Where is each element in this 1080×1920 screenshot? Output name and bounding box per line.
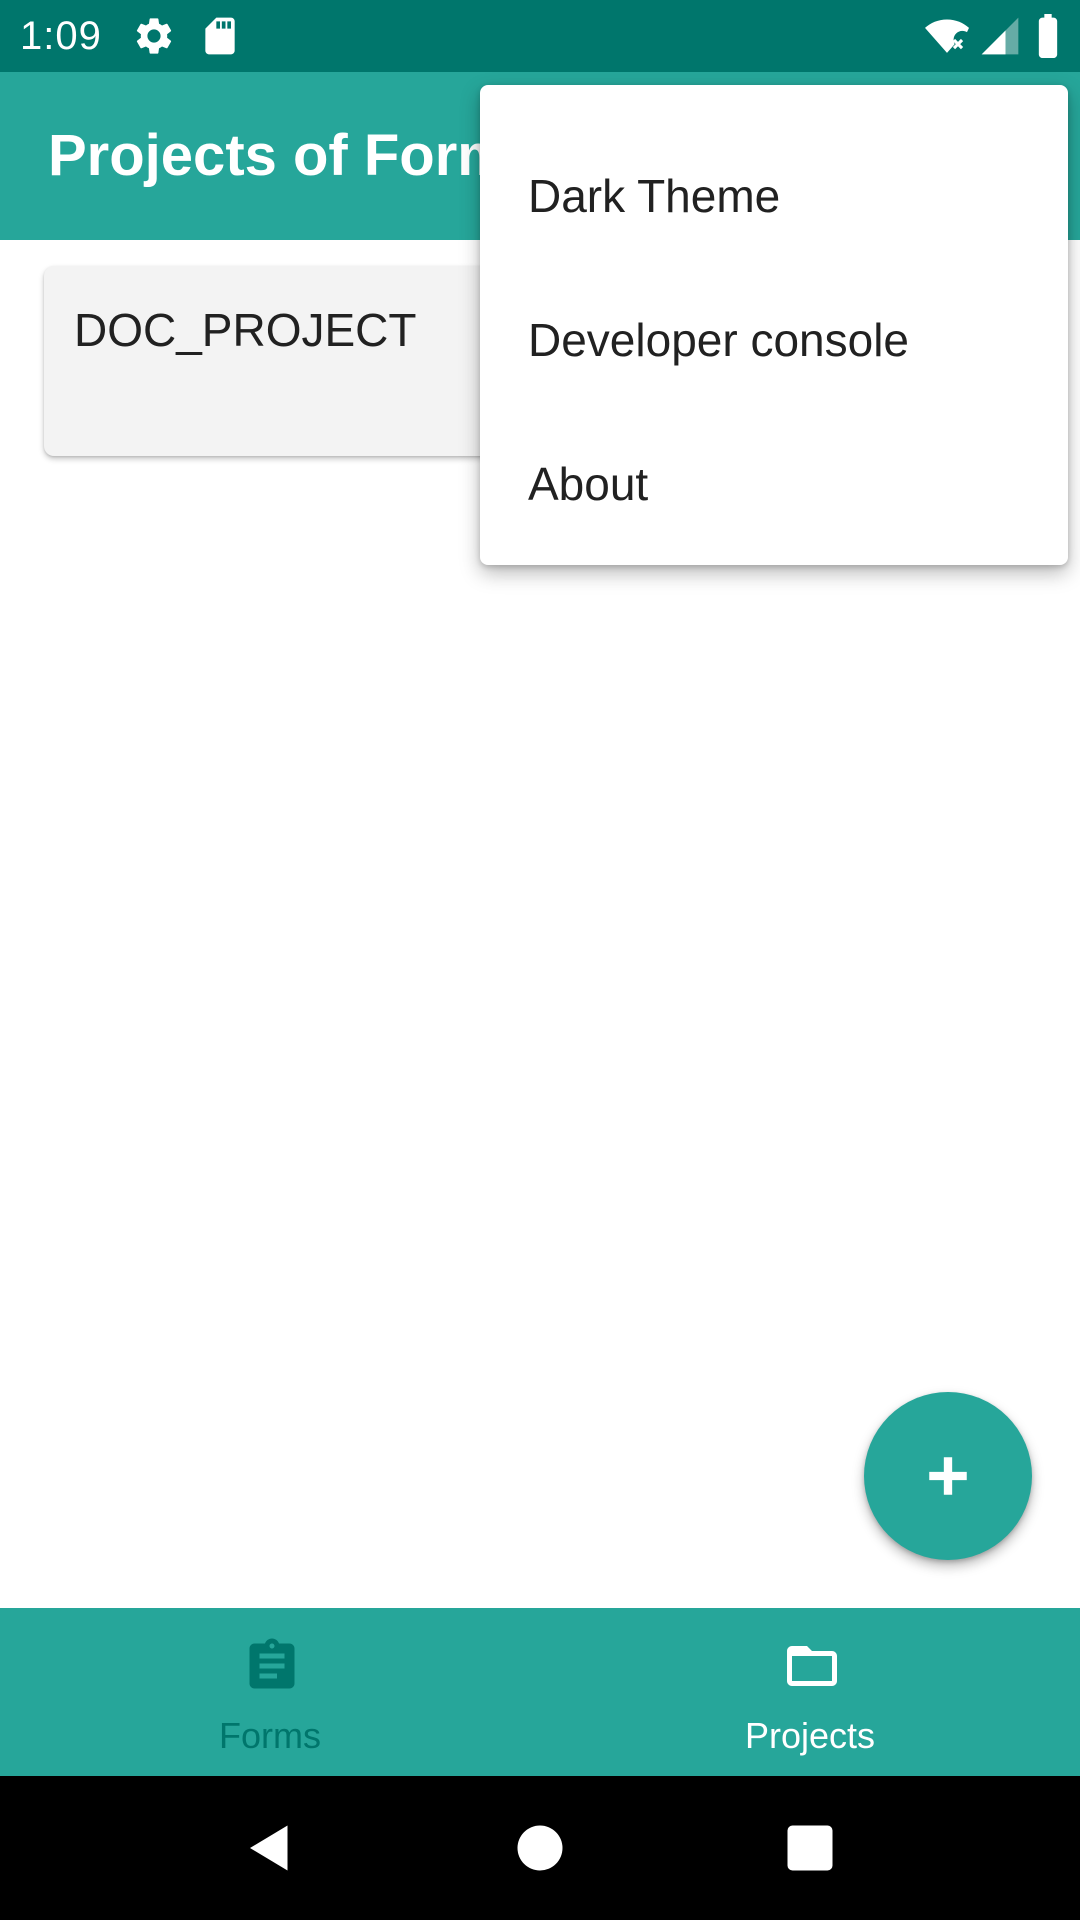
- folder-icon: [782, 1636, 842, 1696]
- menu-item-dark-theme[interactable]: Dark Theme: [480, 123, 1068, 267]
- nav-label-projects: Projects: [744, 1715, 876, 1756]
- bottom-navigation: Forms Projects: [0, 1608, 1080, 1776]
- nav-item-projects[interactable]: Projects: [540, 1608, 1080, 1776]
- recents-icon[interactable]: [780, 1818, 840, 1878]
- settings-icon: [132, 14, 176, 58]
- sd-card-icon: [198, 14, 242, 58]
- battery-icon: [1030, 14, 1066, 58]
- back-icon[interactable]: [240, 1818, 300, 1878]
- home-icon[interactable]: [510, 1818, 570, 1878]
- plus-icon: [929, 1457, 967, 1495]
- signal-icon: [978, 14, 1022, 58]
- menu-item-about[interactable]: About: [480, 411, 1068, 555]
- menu-item-label: Developer console: [528, 314, 910, 366]
- project-name: DOC_PROJECT: [74, 304, 417, 356]
- menu-item-label: Dark Theme: [528, 170, 781, 222]
- status-bar: 1:09: [0, 0, 1080, 72]
- status-time: 1:09: [20, 14, 102, 58]
- nav-label-forms: Forms: [219, 1715, 321, 1756]
- add-project-button[interactable]: [864, 1392, 1032, 1560]
- menu-item-label: About: [528, 458, 649, 510]
- wifi-off-icon: [922, 14, 972, 58]
- nav-item-forms[interactable]: Forms: [0, 1608, 540, 1776]
- menu-item-developer-console[interactable]: Developer console: [480, 267, 1068, 411]
- overflow-menu: Dark Theme Developer console About: [480, 85, 1068, 565]
- clipboard-icon: [242, 1636, 302, 1696]
- system-navigation-bar: [0, 1776, 1080, 1920]
- page-title: Projects of Forms: [48, 123, 542, 188]
